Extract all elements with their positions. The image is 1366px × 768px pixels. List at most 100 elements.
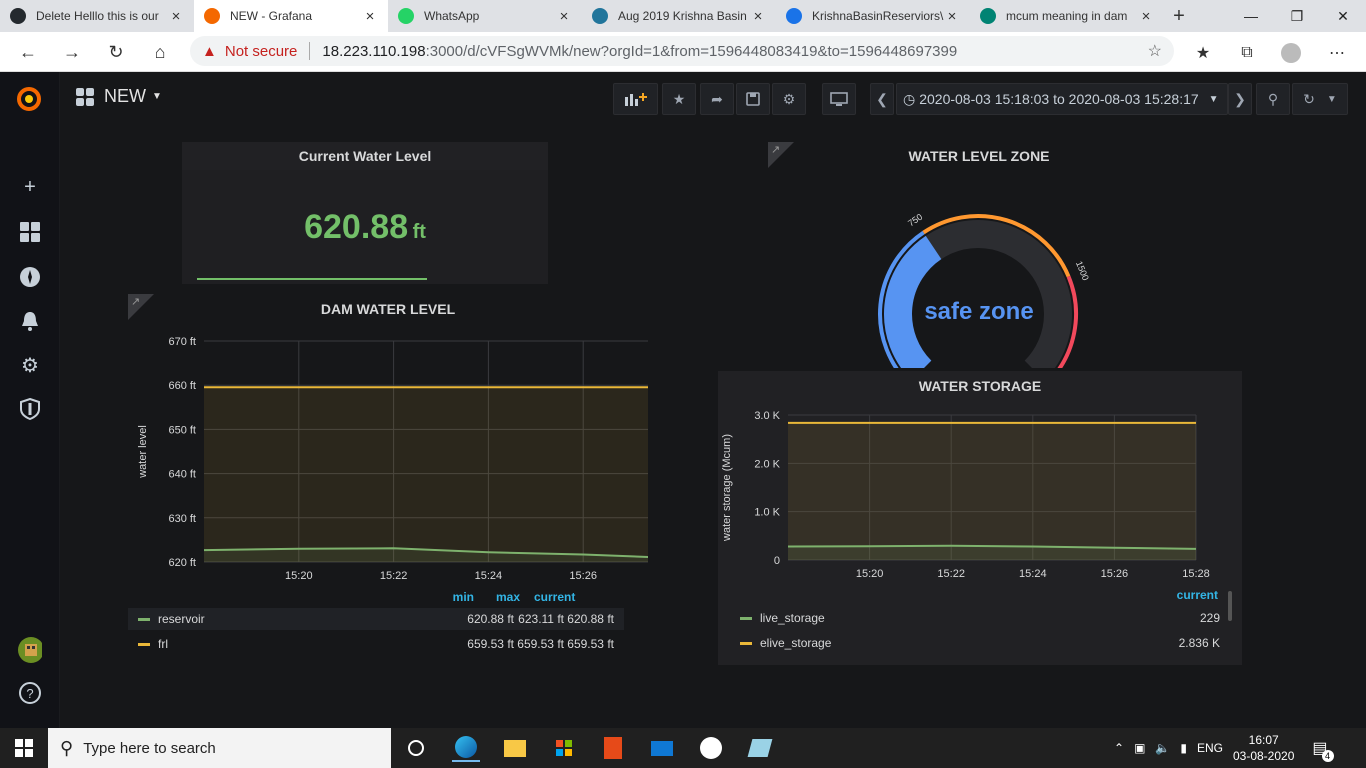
time-range-picker[interactable]: ◷ 2020-08-03 15:18:03 to 2020-08-03 15:2… <box>896 83 1228 115</box>
gauge-threshold-label: 750 <box>906 212 924 229</box>
clock-time: 16:07 <box>1248 733 1279 747</box>
start-button[interactable] <box>0 728 48 768</box>
browser-tab[interactable]: WhatsApp × <box>388 0 582 32</box>
series-area <box>204 387 648 562</box>
share-button[interactable]: ➦ <box>700 83 734 115</box>
legend-value-current: 620.88 ft <box>567 612 614 626</box>
more-menu-icon[interactable]: ⋯ <box>1326 42 1348 64</box>
legend-row[interactable]: frl 659.53 ft 659.53 ft 659.53 ft <box>128 633 624 655</box>
add-panel-button[interactable] <box>613 83 658 115</box>
browser-tab[interactable]: Delete Helllo this is our × <box>0 0 194 32</box>
close-tab-icon[interactable]: × <box>750 8 766 25</box>
back-button[interactable]: ← <box>14 38 42 66</box>
time-shift-back-button[interactable]: ❮ <box>870 83 894 115</box>
address-bar[interactable]: ▲ Not secure 18.223.110.198:3000/d/cVFSg… <box>190 36 1174 66</box>
browser-tab-label: KrishnaBasinReserviors\ <box>812 9 944 23</box>
legend-swatch[interactable] <box>740 641 752 645</box>
legend-series-name[interactable]: frl <box>158 637 424 651</box>
zoom-out-button[interactable]: ⚲ <box>1256 83 1290 115</box>
legend-header-current[interactable]: current <box>534 590 575 604</box>
user-avatar[interactable] <box>18 637 42 663</box>
minimize-button[interactable]: — <box>1228 0 1274 32</box>
settings-gear-button[interactable]: ⚙ <box>772 83 806 115</box>
legend-row[interactable]: elive_storage 2.836 K <box>730 632 1220 654</box>
browser-tab[interactable]: KrishnaBasinReserviors\ × <box>776 0 970 32</box>
show-hidden-icons-icon[interactable]: ⌃ <box>1114 741 1124 755</box>
refresh-button[interactable]: ↻ ▼ <box>1292 83 1348 115</box>
reload-button[interactable]: ↻ <box>102 38 130 66</box>
legend-value-current: 229 <box>1199 611 1220 625</box>
dam-water-level-panel: ↗ DAM WATER LEVEL 620 ft 630 ft 640 ft 650 … <box>128 294 648 664</box>
time-shift-forward-button[interactable]: ❯ <box>1228 83 1252 115</box>
y-tick-label: 670 ft <box>168 336 196 348</box>
close-tab-icon[interactable]: × <box>1138 8 1154 25</box>
legend-value-min: 620.88 ft <box>467 612 514 626</box>
legend-swatch[interactable] <box>138 642 150 646</box>
search-placeholder: Type here to search <box>83 739 216 757</box>
battery-icon[interactable]: ▮ <box>1180 741 1187 755</box>
server-admin-shield-icon[interactable] <box>18 397 42 421</box>
legend-header-min[interactable]: min <box>434 590 474 604</box>
legend-series-name[interactable]: reservoir <box>158 612 424 626</box>
y-tick-label: 640 ft <box>168 469 196 481</box>
cycle-view-mode-button[interactable] <box>822 83 856 115</box>
configuration-gear-icon[interactable]: ⚙ <box>18 353 42 377</box>
panel-title: DAM WATER LEVEL <box>320 301 456 317</box>
notifications-icon[interactable]: ▤ 4 <box>1312 738 1334 762</box>
close-tab-icon[interactable]: × <box>944 8 960 25</box>
legend-row[interactable]: reservoir 620.88 ft 623.11 ft 620.88 ft <box>128 608 624 630</box>
dashboard-title[interactable]: NEW ▼ <box>76 86 162 107</box>
favorites-icon[interactable]: ★ <box>1192 42 1214 64</box>
legend-swatch[interactable] <box>740 616 752 620</box>
profile-avatar[interactable] <box>1280 42 1302 64</box>
network-icon[interactable]: ▣ <box>1134 741 1145 755</box>
x-tick-label: 15:20 <box>856 568 884 580</box>
clock[interactable]: 16:07 03-08-2020 <box>1233 732 1294 764</box>
legend-scrollbar[interactable] <box>1228 591 1232 621</box>
browser-tab[interactable]: NEW - Grafana × <box>194 0 388 32</box>
close-tab-icon[interactable]: × <box>168 8 184 25</box>
forward-button[interactable]: → <box>58 38 86 66</box>
dashboards-icon[interactable] <box>18 220 42 244</box>
volume-icon[interactable]: 🔈 <box>1155 741 1170 755</box>
sticky-notes-icon[interactable] <box>746 734 774 762</box>
help-icon[interactable]: ? <box>18 681 42 705</box>
legend-header-max[interactable]: max <box>480 590 520 604</box>
y-axis-label: water level <box>137 425 149 479</box>
gauge-value-text: safe zone <box>924 298 1034 325</box>
explore-icon[interactable] <box>18 265 42 289</box>
home-button[interactable]: ⌂ <box>146 38 174 66</box>
edge-icon[interactable] <box>452 734 480 762</box>
store-icon[interactable] <box>550 734 578 762</box>
legend-row[interactable]: live_storage 229 <box>730 607 1220 629</box>
legend-header-current[interactable]: current <box>1158 588 1218 602</box>
file-explorer-icon[interactable] <box>501 734 529 762</box>
favorite-star-icon[interactable]: ☆ <box>1148 41 1162 61</box>
star-dashboard-button[interactable]: ★ <box>662 83 696 115</box>
browser-tab-label: Aug 2019 Krishna Basin <box>618 9 747 23</box>
language-indicator[interactable]: ENG <box>1197 741 1223 755</box>
legend-swatch[interactable] <box>138 617 150 621</box>
close-tab-icon[interactable]: × <box>362 8 378 25</box>
mail-icon[interactable] <box>648 734 676 762</box>
close-window-button[interactable]: ✕ <box>1320 0 1366 32</box>
legend-value-min: 659.53 ft <box>467 637 514 651</box>
maximize-button[interactable]: ❐ <box>1274 0 1320 32</box>
alerting-bell-icon[interactable] <box>18 309 42 333</box>
legend-series-name[interactable]: live_storage <box>760 611 1200 625</box>
new-tab-button[interactable]: + <box>1164 0 1194 32</box>
y-tick-label: 650 ft <box>168 424 196 436</box>
grafana-logo-icon[interactable] <box>14 84 44 114</box>
office-icon[interactable] <box>599 734 627 762</box>
slack-icon[interactable] <box>697 734 725 762</box>
browser-tab[interactable]: Aug 2019 Krishna Basin × <box>582 0 776 32</box>
x-tick-label: 15:26 <box>569 570 597 582</box>
save-dashboard-button[interactable] <box>736 83 770 115</box>
collections-icon[interactable]: ⧉ <box>1236 42 1258 64</box>
create-icon[interactable]: + <box>18 175 42 199</box>
taskbar-search-box[interactable]: ⚲ Type here to search <box>48 728 391 768</box>
browser-tab[interactable]: mcum meaning in dam × <box>970 0 1164 32</box>
close-tab-icon[interactable]: × <box>556 8 572 25</box>
legend-series-name[interactable]: elive_storage <box>760 636 1179 650</box>
task-view-icon[interactable] <box>402 734 430 762</box>
